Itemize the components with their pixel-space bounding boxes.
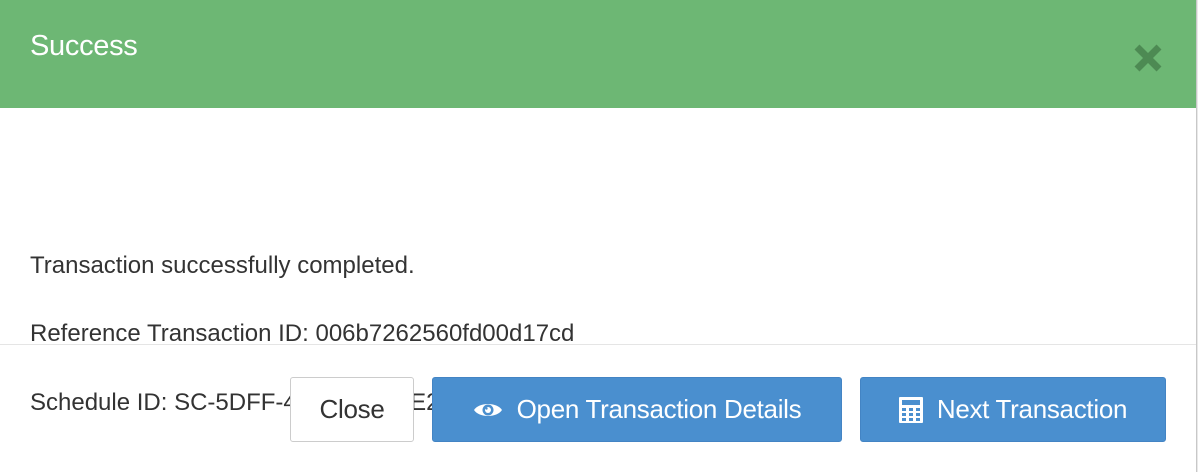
dialog-title: Success (30, 30, 138, 62)
calculator-icon (898, 396, 923, 423)
eye-icon (473, 400, 503, 420)
reference-transaction-id: Reference Transaction ID: 006b7262560fd0… (30, 320, 575, 347)
dialog-footer: Close Open Transaction Details Next Tran… (0, 345, 1196, 472)
open-transaction-details-button[interactable]: Open Transaction Details (432, 377, 842, 442)
close-button-label: Close (319, 394, 385, 424)
success-dialog: Success Transaction successfully complet… (0, 0, 1197, 472)
dialog-header: Success (0, 0, 1196, 108)
next-transaction-button[interactable]: Next Transaction (860, 377, 1166, 442)
next-transaction-label: Next Transaction (936, 394, 1128, 424)
success-message: Transaction successfully completed. (30, 252, 415, 279)
close-button[interactable]: Close (290, 377, 414, 442)
open-transaction-details-label: Open Transaction Details (516, 394, 802, 424)
dialog-body: Transaction successfully completed. Refe… (0, 108, 1196, 416)
close-x-icon[interactable] (1128, 38, 1168, 78)
